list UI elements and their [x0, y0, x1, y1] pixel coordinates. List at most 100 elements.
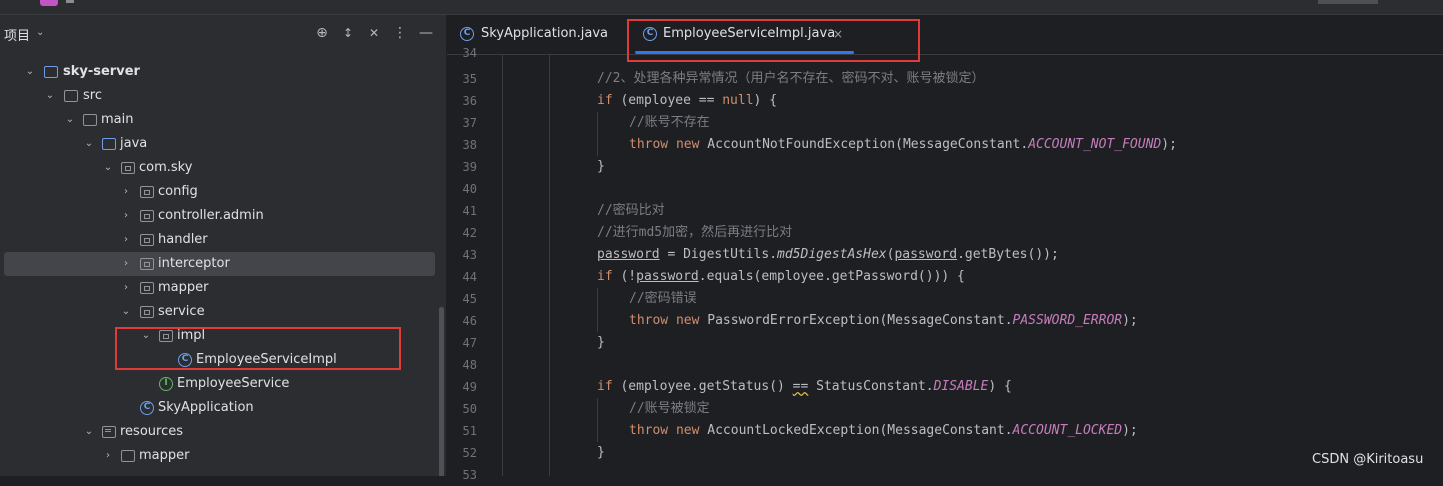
code-text: (employee == — [612, 93, 723, 108]
module-folder-icon — [44, 66, 58, 78]
tree-item-config[interactable]: › config — [0, 180, 438, 204]
tree-item-label: sky-server — [63, 64, 140, 79]
chevron-down-icon[interactable]: ⌄ — [102, 156, 114, 180]
variable: password — [894, 247, 958, 262]
code-text: StatusConstant. — [808, 379, 934, 394]
title-bar — [0, 0, 1443, 15]
chevron-down-icon[interactable]: ⌄ — [44, 84, 56, 108]
code-text: } — [597, 159, 605, 174]
code-text: (employee.getStatus() — [612, 379, 793, 394]
tree-item-service[interactable]: ⌄ service — [0, 300, 438, 324]
package-icon — [140, 258, 154, 270]
chevron-down-icon[interactable]: ⌄ — [36, 27, 44, 38]
chevron-down-icon[interactable]: ⌄ — [64, 108, 76, 132]
tree-item-mapper[interactable]: › mapper — [0, 276, 438, 300]
keyword: throw — [629, 137, 669, 152]
resources-folder-icon — [102, 426, 116, 438]
tree-item-java[interactable]: ⌄ java — [0, 132, 438, 156]
code-line-39: } — [597, 156, 605, 178]
tree-item-skyapplication[interactable]: C SkyApplication — [0, 396, 438, 420]
code-text: ) { — [753, 93, 778, 108]
keyword: throw — [629, 423, 669, 438]
line-number: 43 — [462, 248, 477, 262]
indent-guide — [597, 112, 598, 156]
code-line-38: throw new AccountNotFoundException(Messa… — [629, 134, 1177, 156]
code-text: } — [597, 445, 605, 460]
tree-item-com-sky[interactable]: ⌄ com.sky — [0, 156, 438, 180]
code-text: (! — [612, 269, 637, 284]
folder-icon — [83, 114, 97, 126]
highlight-box-tab — [627, 19, 920, 62]
tree-item-main[interactable]: ⌄ main — [0, 108, 438, 132]
chevron-right-icon[interactable]: › — [120, 252, 132, 276]
tree-item-label: EmployeeService — [177, 376, 290, 391]
more-options-icon[interactable]: ⋮ — [392, 25, 408, 41]
watermark: CSDN @Kiritoasu — [1312, 452, 1424, 467]
constant: ACCOUNT_NOT_FOUND — [1028, 137, 1162, 152]
tree-item-label: SkyApplication — [158, 400, 254, 415]
tree-item-label: com.sky — [139, 160, 193, 175]
line-number: 34 — [462, 46, 477, 60]
tree-item-controller-admin[interactable]: › controller.admin — [0, 204, 438, 228]
tree-item-label: config — [158, 184, 198, 199]
code-line-51: throw new AccountLockedException(Message… — [629, 420, 1138, 442]
line-number: 41 — [462, 204, 477, 218]
chevron-down-icon[interactable]: ⌄ — [120, 300, 132, 324]
package-icon — [140, 186, 154, 198]
code-text: AccountLockedException(MessageConstant. — [699, 423, 1013, 438]
line-number: 39 — [462, 160, 477, 174]
tree-item-resources-mapper[interactable]: › mapper — [0, 444, 438, 468]
tree-item-label: main — [101, 112, 134, 127]
chevron-right-icon[interactable]: › — [120, 180, 132, 204]
tree-item-interceptor[interactable]: › interceptor — [4, 252, 435, 276]
chevron-right-icon[interactable]: › — [120, 276, 132, 300]
code-line-43: password = DigestUtils.md5DigestAsHex(pa… — [597, 244, 1059, 266]
comment: //密码比对 — [597, 203, 665, 218]
chevron-right-icon[interactable]: › — [120, 228, 132, 252]
comment: //账号被锁定 — [629, 401, 710, 416]
chevron-right-icon[interactable]: › — [102, 444, 114, 468]
code-text: PasswordErrorException(MessageConstant. — [699, 313, 1013, 328]
chevron-down-icon[interactable]: ⌄ — [83, 132, 95, 156]
tree-item-label: controller.admin — [158, 208, 264, 223]
line-number: 52 — [462, 446, 477, 460]
code-line-42: //进行md5加密，然后再进行比对 — [597, 222, 792, 244]
indent-guide — [549, 55, 550, 476]
comment: //密码错误 — [629, 291, 697, 306]
code-line-36: if (employee == null) { — [597, 90, 777, 112]
constant: DISABLE — [933, 379, 989, 394]
constant: PASSWORD_ERROR — [1012, 313, 1123, 328]
code-text: AccountNotFoundException(MessageConstant… — [699, 137, 1029, 152]
tree-item-sky-server[interactable]: ⌄ sky-server — [0, 60, 438, 84]
code-text: ) { — [988, 379, 1012, 394]
indent-guide — [597, 288, 598, 332]
line-number: 36 — [462, 94, 477, 108]
keyword: new — [675, 423, 700, 438]
line-number: 47 — [462, 336, 477, 350]
editor: C SkyApplication.java C EmployeeServiceI… — [447, 15, 1443, 482]
tree-item-handler[interactable]: › handler — [0, 228, 438, 252]
hide-panel-icon[interactable]: — — [418, 25, 434, 41]
project-panel-title[interactable]: 项目 — [4, 25, 30, 44]
source-folder-icon — [102, 138, 116, 150]
keyword: new — [675, 313, 700, 328]
variable: password — [597, 247, 660, 262]
chevron-down-icon[interactable]: ⌄ — [83, 420, 95, 444]
line-number: 42 — [462, 226, 477, 240]
expand-all-icon[interactable]: ↕ — [340, 25, 356, 41]
tree-item-src[interactable]: ⌄ src — [0, 84, 438, 108]
chevron-right-icon[interactable]: › — [120, 204, 132, 228]
tab-skyapplication[interactable]: C SkyApplication.java — [459, 15, 609, 54]
folder-icon — [121, 450, 135, 462]
menu-icon[interactable] — [66, 0, 74, 3]
tree-item-resources[interactable]: ⌄ resources — [0, 420, 438, 444]
variable: password — [636, 269, 699, 284]
highlight-box-tree — [115, 327, 401, 370]
chevron-down-icon[interactable]: ⌄ — [24, 60, 36, 84]
locate-icon[interactable]: ⊕ — [314, 25, 330, 41]
code-line-46: throw new PasswordErrorException(Message… — [629, 310, 1138, 332]
tree-item-employeeservice[interactable]: I EmployeeService — [0, 372, 438, 396]
collapse-all-icon[interactable]: ✕ — [366, 25, 382, 41]
package-icon — [140, 234, 154, 246]
code-text: } — [597, 335, 605, 350]
